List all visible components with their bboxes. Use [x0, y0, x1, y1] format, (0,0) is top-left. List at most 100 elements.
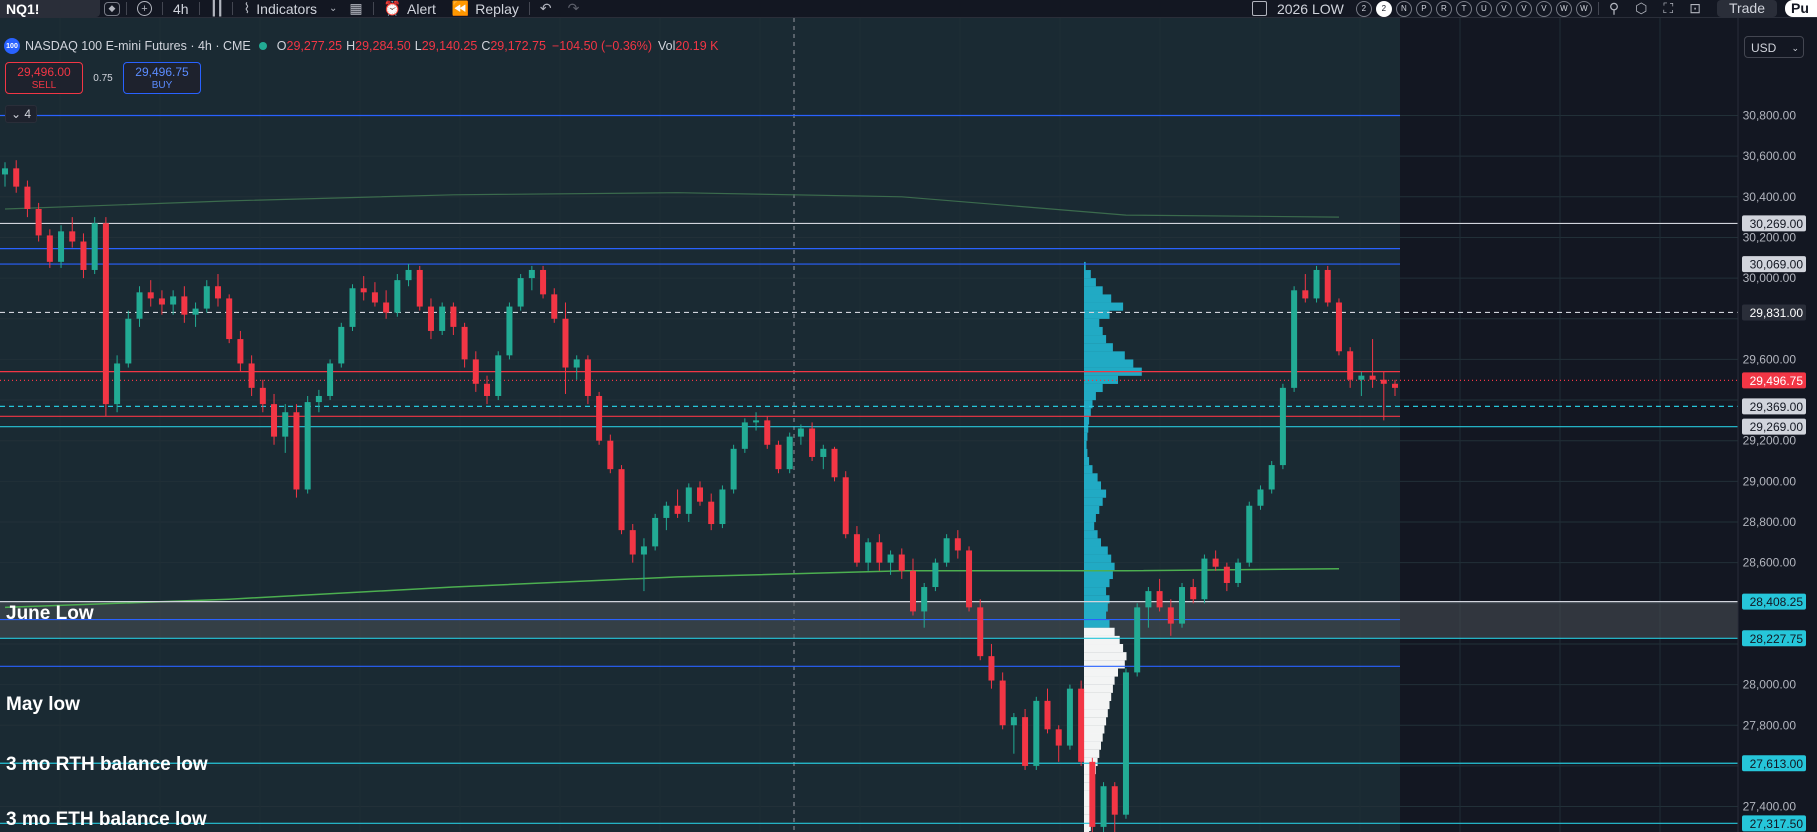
indicator-count: 4	[24, 107, 32, 121]
price-tick-label: 30,200.00	[1743, 230, 1797, 244]
volume-profile-bar	[1084, 261, 1086, 271]
layout-square-icon	[1251, 1, 1267, 16]
price-tick-label: 29,600.00	[1743, 352, 1797, 366]
circle-button[interactable]: V	[1495, 0, 1512, 17]
annotation-june-low[interactable]: June Low	[6, 603, 94, 625]
replay-label: Replay	[475, 0, 519, 17]
candle-body	[954, 538, 961, 551]
candle-body	[450, 306, 457, 327]
sell-button[interactable]: 29,496.00 SELL	[5, 62, 83, 94]
volume-profile-bar	[1084, 408, 1091, 417]
candle-body	[809, 428, 816, 457]
settings-button[interactable]: ⬡	[1627, 0, 1655, 17]
market-status-icon	[258, 42, 267, 50]
circle-button[interactable]: W	[1575, 0, 1592, 17]
circle-button[interactable]: 2	[1375, 0, 1392, 17]
candle-body	[114, 363, 121, 405]
volume-profile-bar	[1084, 733, 1103, 742]
currency-label: USD	[1751, 41, 1777, 55]
volume-profile-bar	[1084, 383, 1103, 393]
compare-button[interactable]: +	[129, 0, 160, 17]
circle-button[interactable]: W	[1555, 0, 1572, 17]
annotation-rth-balance-low[interactable]: 3 mo RTH balance low	[6, 754, 208, 776]
candle-body	[203, 286, 210, 309]
interval-button[interactable]: 4h	[165, 0, 197, 17]
candle-body	[1335, 302, 1342, 352]
candle-body	[674, 505, 681, 514]
layout-button[interactable]: 2026 LOW	[1244, 0, 1352, 17]
circle-button[interactable]: T	[1455, 0, 1472, 17]
replay-button[interactable]: ⏪ Replay	[444, 0, 527, 17]
candle-body	[685, 487, 692, 514]
circle-button[interactable]: U	[1475, 0, 1492, 17]
nasdaq-logo-icon: 100	[4, 38, 20, 54]
alarm-clock-icon: ⏰	[383, 0, 402, 16]
candle-body	[932, 562, 939, 588]
volume-profile-bar	[1084, 562, 1115, 571]
volume-profile-bar	[1084, 700, 1110, 710]
volume-profile-bar	[1084, 660, 1125, 669]
candle-body	[842, 477, 849, 535]
alert-button[interactable]: ⏰ Alert	[376, 0, 444, 17]
grid-icon: ▦	[349, 0, 363, 16]
candle-body	[24, 186, 31, 209]
symbol-search[interactable]: NQ1!	[0, 0, 100, 17]
indicators-dropdown[interactable]: ⌄	[325, 0, 341, 17]
circle-button[interactable]: V	[1515, 0, 1532, 17]
fullscreen-button[interactable]: ⛶	[1655, 0, 1681, 17]
volume-profile-bar	[1084, 400, 1093, 409]
undo-button[interactable]: ↶	[532, 0, 560, 17]
publish-label: Pu	[1791, 0, 1809, 16]
rewind-icon: ⏪	[451, 0, 470, 16]
volume-profile-bar	[1084, 522, 1095, 531]
annotation-may-low[interactable]: May low	[6, 694, 80, 716]
volume-profile-bar	[1084, 741, 1101, 750]
chevron-down-icon: ⌄	[328, 3, 338, 14]
candle-body	[607, 440, 614, 470]
candle-body	[887, 554, 894, 563]
candle-body	[898, 554, 905, 571]
annotation-eth-balance-low[interactable]: 3 mo ETH balance low	[6, 809, 207, 831]
publish-button[interactable]: Pu	[1785, 0, 1817, 17]
circle-button[interactable]: N	[1395, 0, 1412, 17]
chart-type-button[interactable]: ┃┃	[202, 0, 231, 17]
undo-icon: ↶	[539, 0, 552, 16]
circle-button[interactable]: V	[1535, 0, 1552, 17]
candle-body	[865, 542, 872, 563]
toolbar-divider	[232, 2, 234, 15]
currency-select[interactable]: USD ⌄	[1744, 36, 1804, 58]
plus-circle-icon: +	[137, 1, 152, 16]
price-label-text: 29,269.00	[1750, 420, 1804, 434]
circle-button[interactable]: 2	[1355, 0, 1372, 17]
snapshot-button[interactable]: ⊡	[1681, 0, 1709, 17]
templates-button[interactable]: ▦	[341, 0, 370, 17]
indicators-button[interactable]: ⌇ Indicators	[235, 0, 325, 17]
close-value: 29,172.75	[490, 39, 546, 53]
indicator-collapse-button[interactable]: ⌄ 4	[5, 105, 38, 123]
candle-body	[1313, 269, 1320, 299]
circle-button[interactable]: P	[1415, 0, 1432, 17]
volume-profile-bar	[1084, 538, 1101, 547]
candle-body	[293, 412, 300, 490]
volume-profile-bar	[1084, 481, 1101, 490]
candle-body	[271, 404, 278, 437]
volume-profile-bar	[1084, 611, 1107, 620]
candle-body	[1302, 290, 1309, 299]
search-button[interactable]: ⚲	[1601, 0, 1627, 17]
symbol-title[interactable]: NASDAQ 100 E-mini Futures · 4h · CME	[25, 39, 251, 53]
volume-profile-bar	[1084, 684, 1113, 693]
chart-area[interactable]: 30,800.00 30,600.00 30,400.00 30,200.00 30,0…	[0, 18, 1817, 832]
volume-profile-bar	[1084, 603, 1108, 612]
price-tick-label: 30,400.00	[1743, 190, 1797, 204]
add-symbol-button[interactable]: ◆	[100, 0, 124, 17]
candle-body	[528, 269, 535, 279]
buy-button[interactable]: 29,496.75 BUY	[123, 62, 201, 94]
redo-button[interactable]: ↷	[560, 0, 588, 17]
volume-key: Vol	[658, 39, 676, 53]
volume-profile-bar	[1084, 351, 1125, 360]
candle-body	[966, 550, 973, 608]
candle-body	[338, 326, 345, 364]
chart-canvas[interactable]: 30,800.00 30,600.00 30,400.00 30,200.00 30,0…	[0, 18, 1817, 832]
trade-button[interactable]: Trade	[1716, 0, 1777, 17]
circle-button[interactable]: R	[1435, 0, 1452, 17]
